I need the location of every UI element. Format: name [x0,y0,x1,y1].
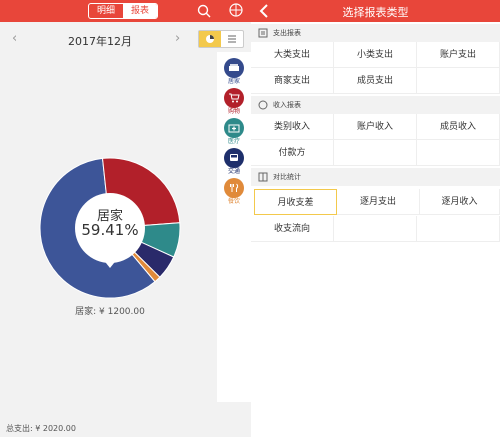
report-option[interactable]: 大类支出 [251,42,334,68]
list-view-button[interactable] [221,31,243,47]
category-legend: 居家 购物 医疗 交通 餐饮 [217,52,251,402]
category-label: 居家 [227,78,240,85]
section-title: 支出报表 [273,29,301,37]
category-item-home[interactable]: 居家 [223,58,245,86]
total-expense: 总支出: ¥ 2020.00 [6,424,76,433]
sofa-icon [224,58,244,78]
cart-icon [224,88,244,108]
category-label: 餐饮 [227,198,240,205]
category-label: 购物 [227,108,240,115]
category-item-shopping[interactable]: 购物 [223,88,245,116]
report-option-selected[interactable]: 月收支差 [254,189,337,215]
compare-icon [258,172,268,182]
section-income-report: 收入报表 [251,96,500,114]
list-icon [228,35,236,43]
top-bar: 明细 报表 [0,0,251,22]
category-label: 交通 [227,168,240,175]
pie-view-button[interactable] [199,31,221,47]
report-option[interactable]: 逐月支出 [337,189,420,215]
month-selector: ‹ 2017年12月 › [0,30,196,50]
page-title: 选择报表类型 [342,6,409,19]
report-option-empty [334,216,417,242]
category-label: 医疗 [227,138,240,145]
report-option[interactable]: 账户支出 [417,42,500,68]
report-option-empty [334,140,417,166]
section-expense-report: 支出报表 [251,24,500,42]
view-segment-control: 明细 报表 [88,3,158,19]
category-item-food[interactable]: 餐饮 [223,178,245,206]
report-icon [258,28,268,38]
tab-report[interactable]: 报表 [123,4,157,18]
report-type-pane: 选择报表类型 支出报表 大类支出 小类支出 账户支出 商家支出 成员支出 收入报… [251,0,500,437]
report-option[interactable]: 付款方 [251,140,334,166]
bus-icon [224,148,244,168]
pie-chart-icon [206,35,214,43]
chevron-left-icon[interactable]: ‹ [12,31,17,46]
report-option[interactable]: 成员支出 [334,68,417,94]
medical-icon [224,118,244,138]
selected-category-amount: 居家: ¥ 1200.00 [75,307,145,317]
report-option-empty [417,140,500,166]
coin-icon [258,100,268,110]
report-option[interactable]: 账户收入 [334,114,417,140]
search-icon[interactable] [196,3,212,19]
report-globe-icon[interactable] [228,2,244,18]
section-title: 收入报表 [273,101,301,109]
tab-detail[interactable]: 明细 [89,4,123,18]
report-option[interactable]: 收支流向 [251,216,334,242]
chart-view-toggle [198,30,244,48]
report-pane: 明细 报表 ‹ 2017年12月 › 居家 购物 医疗 交通 餐饮 居家 59.… [0,0,251,437]
top-bar: 选择报表类型 [251,0,500,22]
report-option[interactable]: 商家支出 [251,68,334,94]
chevron-right-icon[interactable]: › [175,31,180,46]
report-option[interactable]: 成员收入 [417,114,500,140]
section-title: 对比统计 [273,173,301,181]
report-option[interactable]: 小类支出 [334,42,417,68]
month-label[interactable]: 2017年12月 [55,33,145,49]
category-item-medical[interactable]: 医疗 [223,118,245,146]
food-icon [224,178,244,198]
report-option-empty [417,68,500,94]
category-item-transport[interactable]: 交通 [223,148,245,176]
pie-center-percent: 59.41% [81,221,139,239]
report-option[interactable]: 逐月收入 [420,189,500,215]
section-comparison: 对比统计 [251,168,500,186]
report-option-empty [417,216,500,242]
report-option[interactable]: 类别收入 [251,114,334,140]
